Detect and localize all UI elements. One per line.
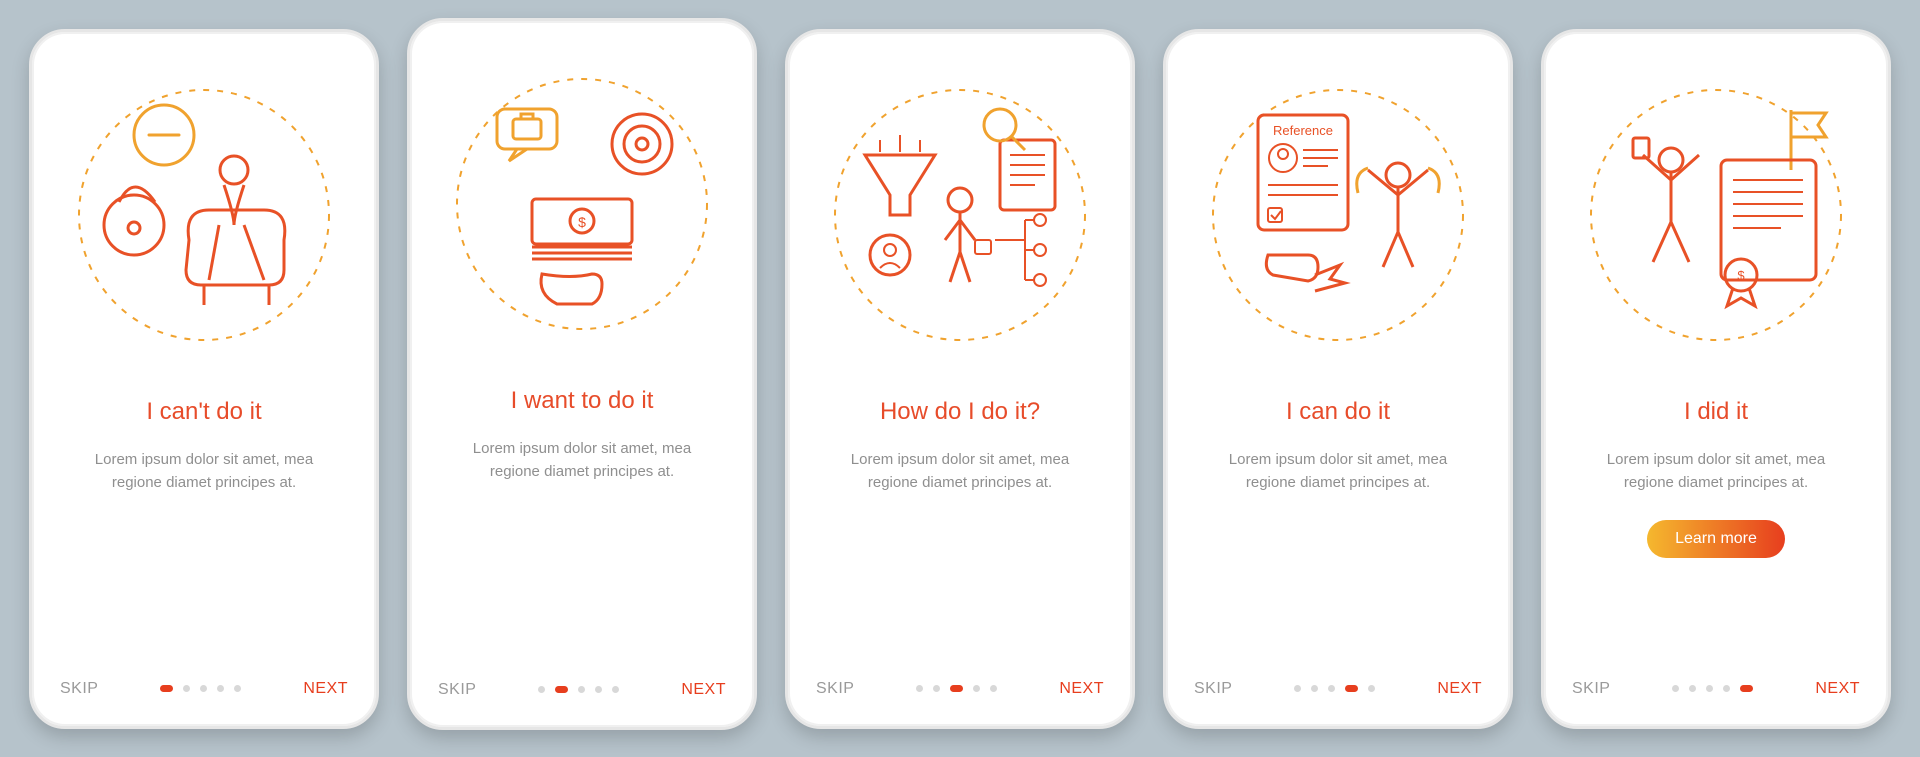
illustration-can-do-it: Reference bbox=[1194, 70, 1482, 360]
reference-label: Reference bbox=[1273, 123, 1333, 138]
dot-4 bbox=[973, 685, 980, 692]
next-button[interactable]: NEXT bbox=[303, 680, 348, 698]
dot-1 bbox=[538, 686, 545, 693]
dot-3 bbox=[1328, 685, 1335, 692]
next-button[interactable]: NEXT bbox=[681, 681, 726, 699]
illustration-how-do-it bbox=[816, 70, 1104, 360]
dot-3 bbox=[578, 686, 585, 693]
page-indicator bbox=[916, 685, 997, 692]
screen-description: Lorem ipsum dolor sit amet, mea regione … bbox=[1572, 448, 1860, 495]
dot-1 bbox=[916, 685, 923, 692]
dot-2 bbox=[933, 685, 940, 692]
dot-5 bbox=[990, 685, 997, 692]
screen-description: Lorem ipsum dolor sit amet, mea regione … bbox=[816, 448, 1104, 495]
nav-row: SKIP NEXT bbox=[816, 680, 1104, 698]
svg-text:$: $ bbox=[1737, 268, 1745, 283]
screen-title: How do I do it? bbox=[816, 398, 1104, 426]
dot-4 bbox=[1723, 685, 1730, 692]
skip-button[interactable]: SKIP bbox=[1194, 680, 1232, 698]
screen-title: I can do it bbox=[1194, 398, 1482, 426]
screen-title: I can't do it bbox=[60, 398, 348, 426]
dot-5 bbox=[1740, 685, 1753, 692]
dot-4 bbox=[595, 686, 602, 693]
dot-3 bbox=[200, 685, 207, 692]
nav-row: SKIP NEXT bbox=[1572, 680, 1860, 698]
onboarding-screen-1: I can't do it Lorem ipsum dolor sit amet… bbox=[29, 29, 379, 729]
page-indicator bbox=[1294, 685, 1375, 692]
page-indicator bbox=[1672, 685, 1753, 692]
onboarding-screen-2: $ I want to do it Lorem ipsum dolor sit … bbox=[407, 18, 757, 730]
nav-row: SKIP NEXT bbox=[60, 680, 348, 698]
skip-button[interactable]: SKIP bbox=[60, 680, 98, 698]
dot-3 bbox=[950, 685, 963, 692]
dot-5 bbox=[1368, 685, 1375, 692]
nav-row: SKIP NEXT bbox=[1194, 680, 1482, 698]
screen-title: I want to do it bbox=[438, 387, 726, 415]
dot-4 bbox=[1345, 685, 1358, 692]
svg-text:$: $ bbox=[578, 214, 586, 230]
dot-3 bbox=[1706, 685, 1713, 692]
screen-description: Lorem ipsum dolor sit amet, mea regione … bbox=[1194, 448, 1482, 495]
screen-description: Lorem ipsum dolor sit amet, mea regione … bbox=[60, 448, 348, 495]
nav-row: SKIP NEXT bbox=[438, 681, 726, 699]
dot-2 bbox=[1311, 685, 1318, 692]
next-button[interactable]: NEXT bbox=[1437, 680, 1482, 698]
illustration-did-it: $ bbox=[1572, 70, 1860, 360]
page-indicator bbox=[160, 685, 241, 692]
onboarding-screen-3: How do I do it? Lorem ipsum dolor sit am… bbox=[785, 29, 1135, 729]
skip-button[interactable]: SKIP bbox=[438, 681, 476, 699]
screen-description: Lorem ipsum dolor sit amet, mea regione … bbox=[438, 437, 726, 484]
dot-1 bbox=[1672, 685, 1679, 692]
onboarding-screen-5: $ I did it Lorem ipsum dolor sit amet, m… bbox=[1541, 29, 1891, 729]
dot-2 bbox=[555, 686, 568, 693]
dot-5 bbox=[234, 685, 241, 692]
skip-button[interactable]: SKIP bbox=[816, 680, 854, 698]
illustration-want-to-do-it: $ bbox=[438, 59, 726, 349]
dot-2 bbox=[1689, 685, 1696, 692]
dot-2 bbox=[183, 685, 190, 692]
skip-button[interactable]: SKIP bbox=[1572, 680, 1610, 698]
dot-1 bbox=[160, 685, 173, 692]
next-button[interactable]: NEXT bbox=[1815, 680, 1860, 698]
screen-title: I did it bbox=[1572, 398, 1860, 426]
illustration-cant-do-it bbox=[60, 70, 348, 360]
dot-5 bbox=[612, 686, 619, 693]
onboarding-screen-4: Reference I can do it Lorem ipsum dolor … bbox=[1163, 29, 1513, 729]
next-button[interactable]: NEXT bbox=[1059, 680, 1104, 698]
page-indicator bbox=[538, 686, 619, 693]
dot-1 bbox=[1294, 685, 1301, 692]
learn-more-button[interactable]: Learn more bbox=[1647, 520, 1785, 558]
dot-4 bbox=[217, 685, 224, 692]
